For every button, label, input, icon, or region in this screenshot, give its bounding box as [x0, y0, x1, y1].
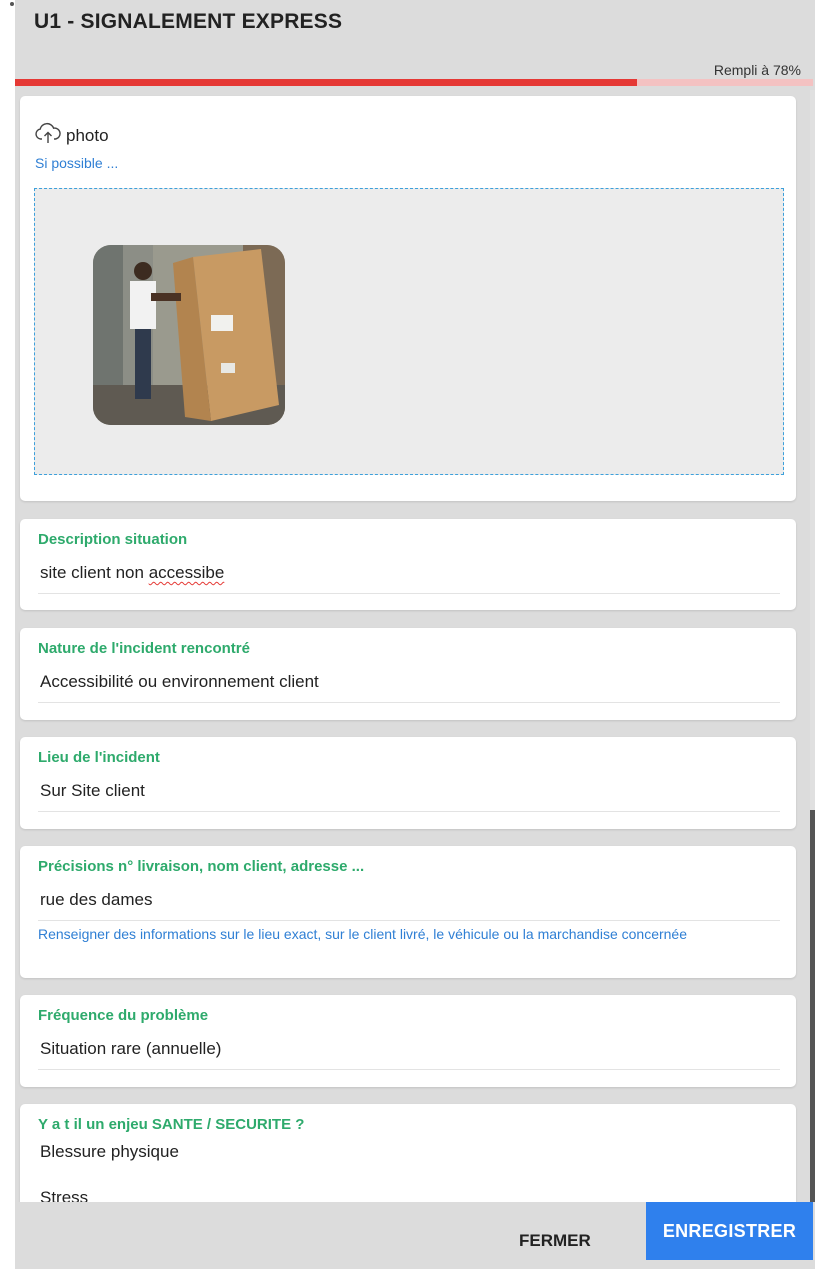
- photo-label: photo: [66, 125, 109, 145]
- enjeu-option-blessure[interactable]: Blessure physique: [40, 1142, 179, 1162]
- enjeu-label: Y a t il un enjeu SANTE / SECURITE ?: [38, 1116, 305, 1133]
- description-card: Description situation site client non ac…: [20, 519, 796, 610]
- progress-bar-fill: [15, 79, 638, 86]
- lieu-select[interactable]: Sur Site client: [40, 781, 145, 801]
- precisions-underline: [38, 920, 780, 921]
- precisions-card: Précisions n° livraison, nom client, adr…: [20, 846, 796, 978]
- page-title: U1 - SIGNALEMENT EXPRESS: [34, 10, 343, 33]
- enjeu-card: Y a t il un enjeu SANTE / SECURITE ? Ble…: [20, 1104, 796, 1202]
- nature-card: Nature de l'incident rencontré Accessibi…: [20, 628, 796, 720]
- lieu-card: Lieu de l'incident Sur Site client: [20, 737, 796, 829]
- save-button[interactable]: ENREGISTRER: [646, 1202, 813, 1260]
- photo-upload-header[interactable]: photo: [34, 122, 109, 149]
- app-header: U1 - SIGNALEMENT EXPRESS: [15, 0, 815, 58]
- description-input[interactable]: site client non accessibe: [40, 563, 224, 583]
- left-edge: [0, 0, 15, 1269]
- close-button[interactable]: FERMER: [519, 1231, 591, 1251]
- scrollbar-thumb[interactable]: [810, 810, 815, 1202]
- precisions-label: Précisions n° livraison, nom client, adr…: [38, 858, 365, 875]
- lieu-underline: [38, 811, 780, 812]
- photo-thumbnail[interactable]: [93, 245, 285, 425]
- progress-bar: [15, 79, 813, 86]
- photo-card: photo Si possible ...: [20, 96, 796, 501]
- photo-dropzone[interactable]: [34, 188, 784, 475]
- enjeu-option-stress[interactable]: Stress: [40, 1188, 88, 1202]
- precisions-input[interactable]: rue des dames: [40, 890, 152, 910]
- scrollbar[interactable]: [810, 90, 815, 1202]
- nature-select[interactable]: Accessibilité ou environnement client: [40, 672, 319, 692]
- photo-hint: Si possible ...: [35, 155, 119, 171]
- nature-label: Nature de l'incident rencontré: [38, 640, 250, 657]
- edge-dot: [10, 2, 14, 6]
- nature-underline: [38, 702, 780, 703]
- description-underline: [38, 593, 780, 594]
- form-scroll-area[interactable]: photo Si possible ... Description situat…: [15, 90, 810, 1202]
- description-value-text: site client non: [40, 563, 149, 582]
- frequence-select[interactable]: Situation rare (annuelle): [40, 1039, 221, 1059]
- footer-bar: FERMER ENREGISTRER: [15, 1202, 815, 1269]
- progress-label: Rempli à 78%: [713, 62, 801, 78]
- precisions-helper: Renseigner des informations sur le lieu …: [38, 926, 687, 942]
- lieu-label: Lieu de l'incident: [38, 749, 160, 766]
- frequence-underline: [38, 1069, 780, 1070]
- frequence-card: Fréquence du problème Situation rare (an…: [20, 995, 796, 1087]
- frequence-label: Fréquence du problème: [38, 1007, 209, 1024]
- misspelled-word: accessibe: [148, 563, 225, 582]
- description-label: Description situation: [38, 531, 188, 548]
- cloud-upload-icon[interactable]: [34, 122, 62, 149]
